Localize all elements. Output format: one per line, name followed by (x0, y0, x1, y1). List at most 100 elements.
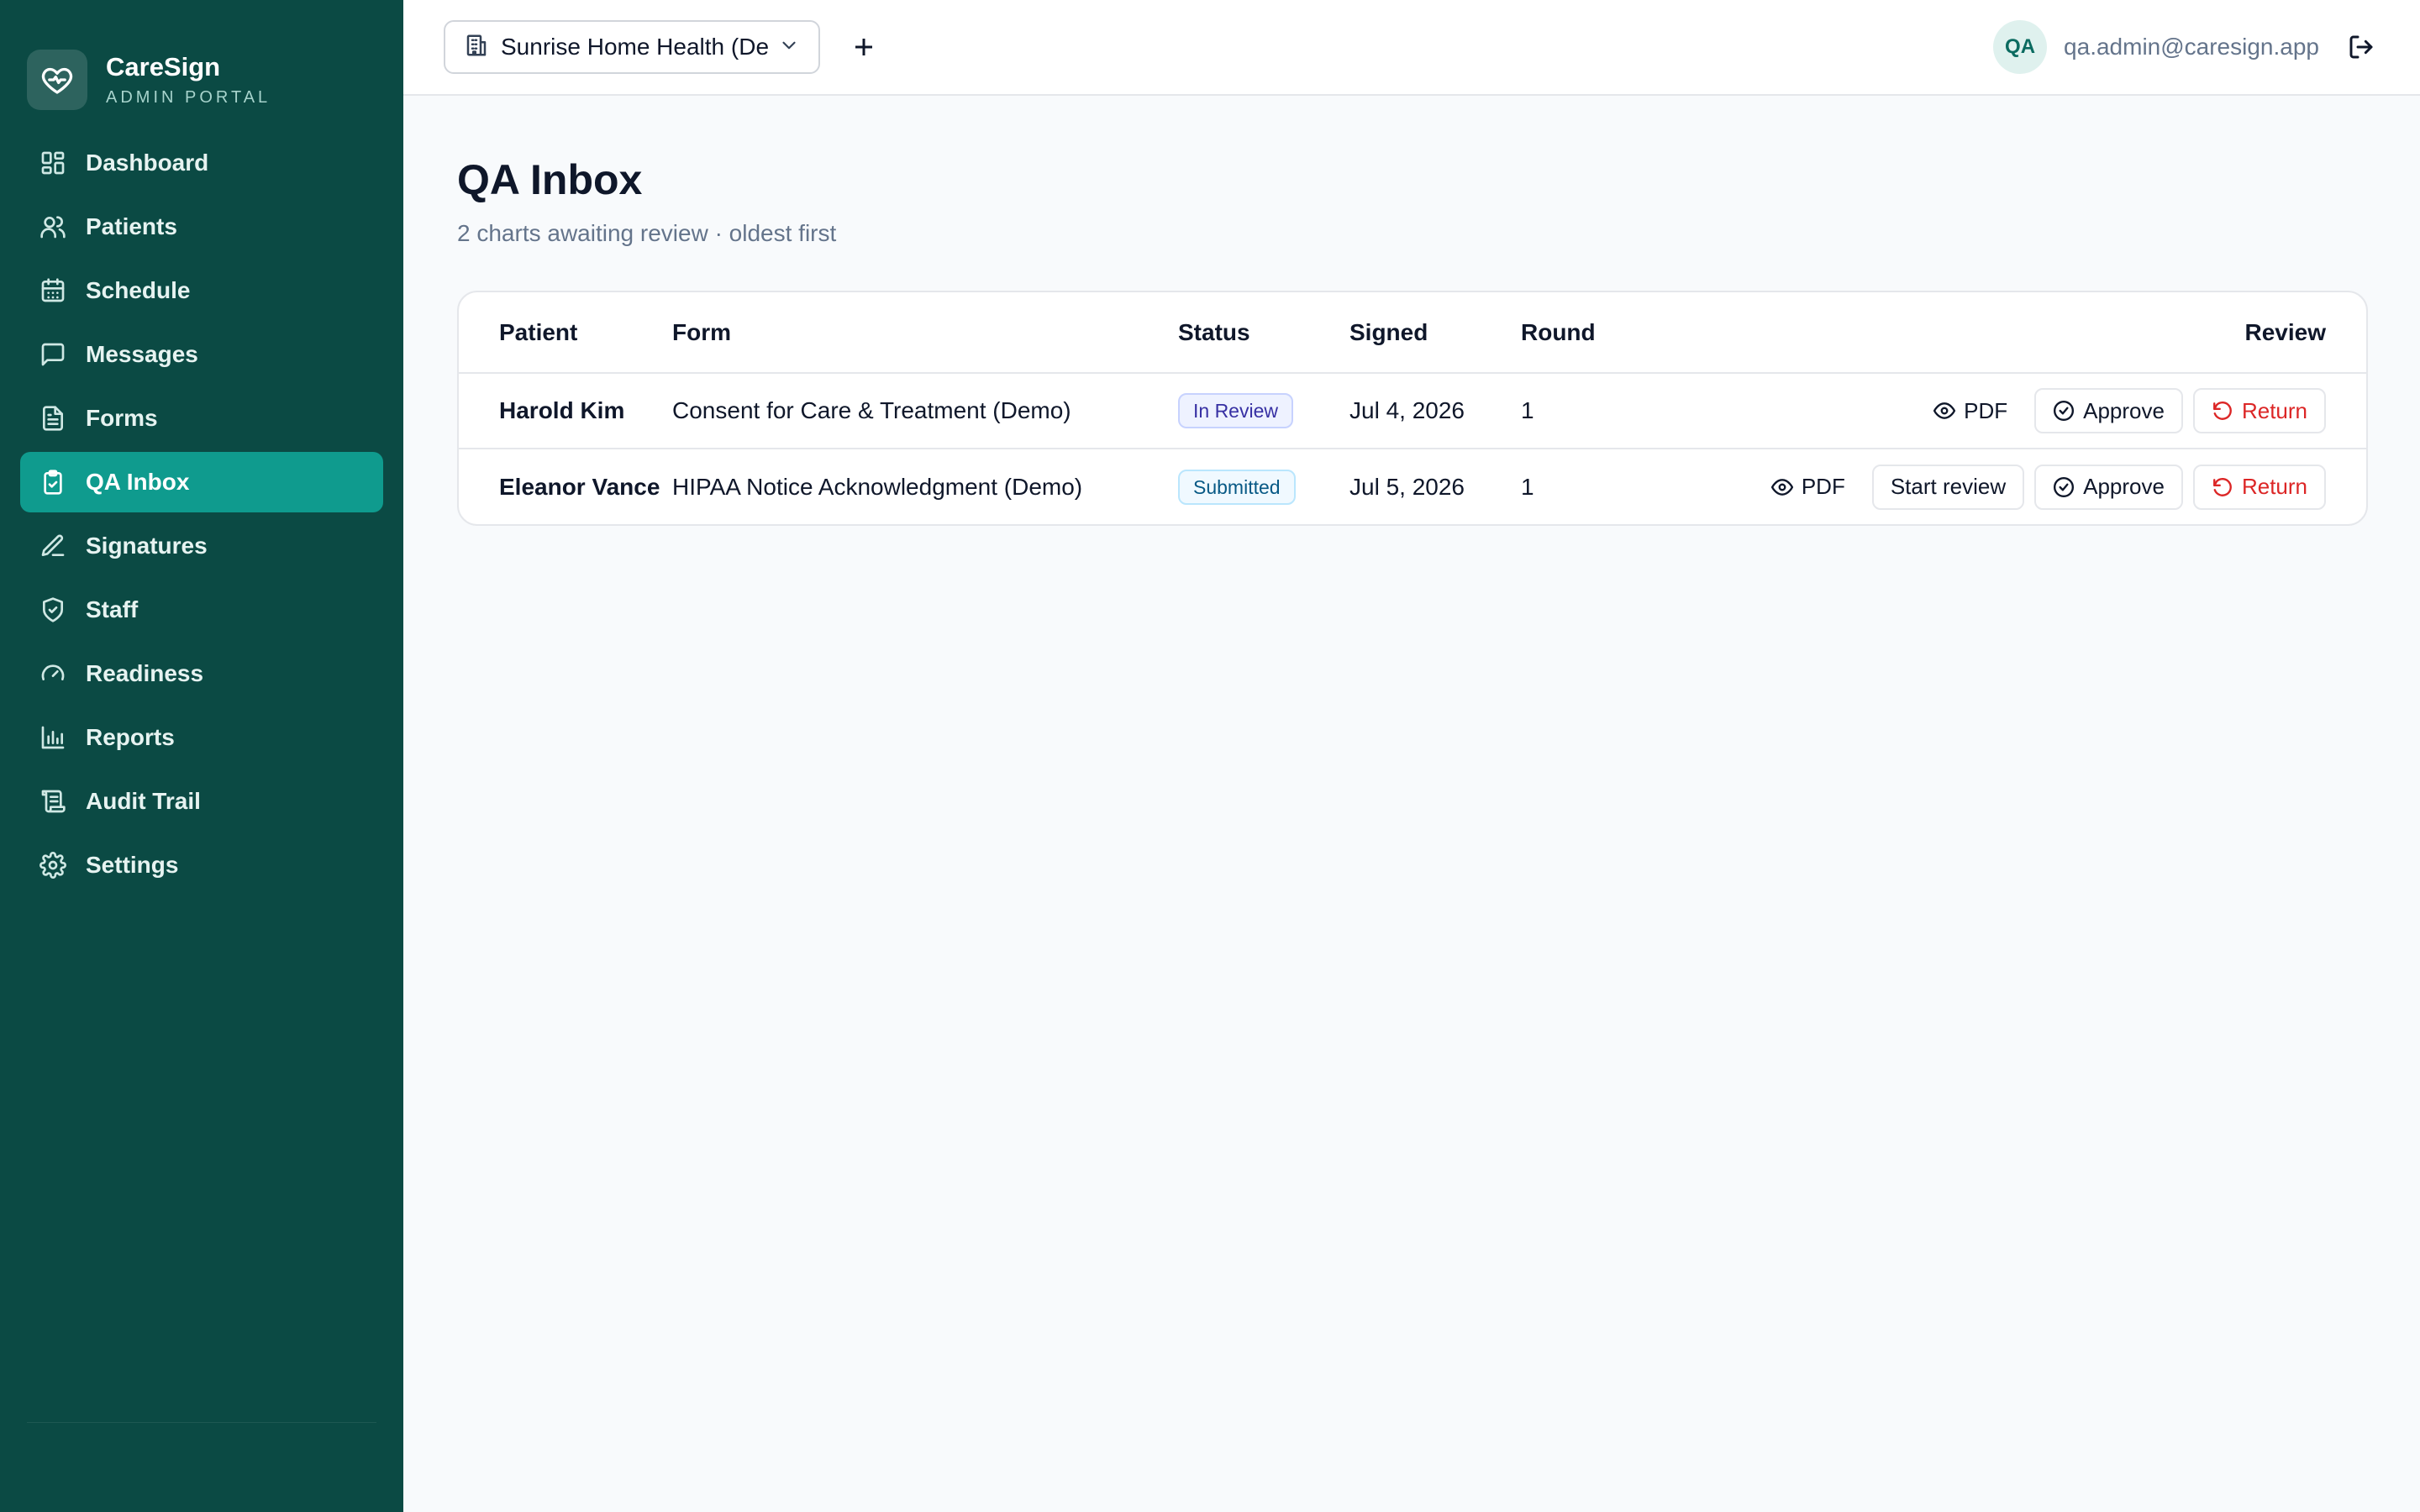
signed-date: Jul 5, 2026 (1349, 448, 1521, 524)
eye-icon (1933, 402, 1956, 419)
table-row: Harold Kim Consent for Care & Treatment … (459, 373, 2366, 449)
dashboard-icon (39, 149, 67, 177)
user-area: QA qa.admin@caresign.app (1993, 20, 2378, 74)
sidebar-item-label: Audit Trail (86, 788, 201, 814)
column-header-round: Round (1521, 292, 1689, 374)
approve-label: Approve (2083, 397, 2165, 423)
table-header-row: Patient Form Status Signed Round Review (459, 292, 2366, 374)
gear-icon (39, 851, 67, 879)
sidebar: CareSign ADMIN PORTAL Dashboard Patients… (0, 0, 403, 1512)
sidebar-item-label: Messages (86, 341, 198, 367)
document-icon (39, 404, 67, 433)
status-badge: Submitted (1178, 469, 1296, 505)
bar-chart-icon (39, 723, 67, 752)
sidebar-item-staff[interactable]: Staff (20, 580, 383, 640)
sidebar-item-reports[interactable]: Reports (20, 707, 383, 768)
form-name: Consent for Care & Treatment (Demo) (672, 397, 1071, 423)
view-pdf-button[interactable]: PDF (1754, 465, 1862, 510)
patient-name: Harold Kim (499, 397, 625, 423)
clipboard-check-icon (39, 468, 67, 496)
page-title: QA Inbox (457, 156, 643, 203)
plus-icon (855, 39, 872, 55)
sidebar-divider (27, 1422, 376, 1423)
rotate-ccw-icon (2213, 477, 2232, 496)
column-header-status: Status (1178, 292, 1349, 374)
sidebar-nav: Dashboard Patients Schedule Messages For… (0, 133, 403, 899)
signed-date: Jul 4, 2026 (1349, 397, 1465, 423)
column-header-form: Form (672, 292, 1178, 374)
return-button[interactable]: Return (2192, 388, 2326, 433)
page-content: QA Inbox 2 charts awaiting review · olde… (403, 96, 2420, 526)
row-actions: PDF Start review Approve Return (1689, 464, 2326, 510)
status-badge: In Review (1178, 393, 1293, 428)
users-icon (39, 213, 67, 241)
sidebar-item-label: Schedule (86, 277, 191, 303)
sidebar-item-dashboard[interactable]: Dashboard (20, 133, 383, 193)
shield-icon (39, 596, 67, 624)
organization-select[interactable]: Sunrise Home Health (De (444, 20, 820, 74)
patient-name: Eleanor Vance (459, 448, 672, 524)
check-circle-icon (2054, 400, 2075, 422)
chevron-down-icon (778, 34, 800, 60)
check-circle-icon (2054, 476, 2075, 497)
row-actions: PDF Approve Return (1689, 388, 2326, 433)
organization-name: Sunrise Home Health (De (501, 34, 770, 60)
sidebar-item-signatures[interactable]: Signatures (20, 516, 383, 576)
sidebar-item-label: Reports (86, 724, 175, 750)
review-round: 1 (1521, 448, 1689, 524)
message-icon (39, 340, 67, 369)
gauge-icon (39, 659, 67, 688)
sidebar-item-label: Patients (86, 213, 177, 239)
column-header-patient: Patient (459, 292, 672, 374)
sidebar-item-schedule[interactable]: Schedule (20, 260, 383, 321)
add-organization-button[interactable] (845, 29, 882, 66)
sidebar-item-label: Dashboard (86, 150, 209, 176)
sidebar-item-settings[interactable]: Settings (20, 835, 383, 895)
brand-name: CareSign (106, 52, 221, 81)
page-subtitle: 2 charts awaiting review · oldest first (457, 220, 837, 246)
approve-button[interactable]: Approve (2034, 388, 2183, 433)
eye-icon (1770, 478, 1793, 496)
sidebar-item-label: Settings (86, 852, 179, 878)
sidebar-item-messages[interactable]: Messages (20, 324, 383, 385)
sidebar-item-label: QA Inbox (86, 469, 190, 495)
logout-button[interactable] (2344, 30, 2378, 64)
heart-pulse-icon (27, 50, 87, 110)
return-button[interactable]: Return (2192, 464, 2326, 510)
main-area: Sunrise Home Health (De QA qa.admin@care… (403, 0, 2420, 1512)
logout-icon (2349, 35, 2373, 59)
building-icon (464, 33, 489, 62)
scroll-icon (39, 787, 67, 816)
app-shell: CareSign ADMIN PORTAL Dashboard Patients… (0, 0, 2420, 1512)
pen-icon (39, 532, 67, 560)
return-label: Return (2241, 397, 2307, 423)
avatar[interactable]: QA (1993, 20, 2048, 74)
brand: CareSign ADMIN PORTAL (0, 0, 403, 128)
sidebar-item-readiness[interactable]: Readiness (20, 643, 383, 704)
form-name: HIPAA Notice Acknowledgment (Demo) (672, 448, 1178, 524)
qa-inbox-table: Patient Form Status Signed Round Review … (459, 292, 2366, 524)
user-email: qa.admin@caresign.app (2064, 34, 2319, 60)
qa-inbox-table-card: Patient Form Status Signed Round Review … (457, 291, 2368, 526)
approve-button[interactable]: Approve (2034, 464, 2183, 510)
pdf-label: PDF (1801, 474, 1845, 499)
return-label: Return (2241, 474, 2307, 499)
column-header-signed: Signed (1349, 292, 1521, 374)
column-header-review: Review (1689, 292, 2366, 374)
sidebar-item-patients[interactable]: Patients (20, 197, 383, 257)
sidebar-item-forms[interactable]: Forms (20, 388, 383, 449)
review-round: 1 (1521, 397, 1534, 423)
sidebar-item-audit-trail[interactable]: Audit Trail (20, 771, 383, 832)
sidebar-item-label: Signatures (86, 533, 208, 559)
topbar: Sunrise Home Health (De QA qa.admin@care… (403, 0, 2420, 96)
sidebar-item-label: Forms (86, 405, 158, 431)
start-review-button[interactable]: Start review (1871, 464, 2025, 510)
sidebar-item-qa-inbox[interactable]: QA Inbox (20, 452, 383, 512)
view-pdf-button[interactable]: PDF (1917, 388, 2024, 433)
calendar-icon (39, 276, 67, 305)
sidebar-item-label: Readiness (86, 660, 204, 686)
brand-subtitle: ADMIN PORTAL (106, 88, 271, 107)
sidebar-item-label: Staff (86, 596, 139, 622)
pdf-label: PDF (1964, 397, 2008, 423)
approve-label: Approve (2083, 474, 2165, 499)
